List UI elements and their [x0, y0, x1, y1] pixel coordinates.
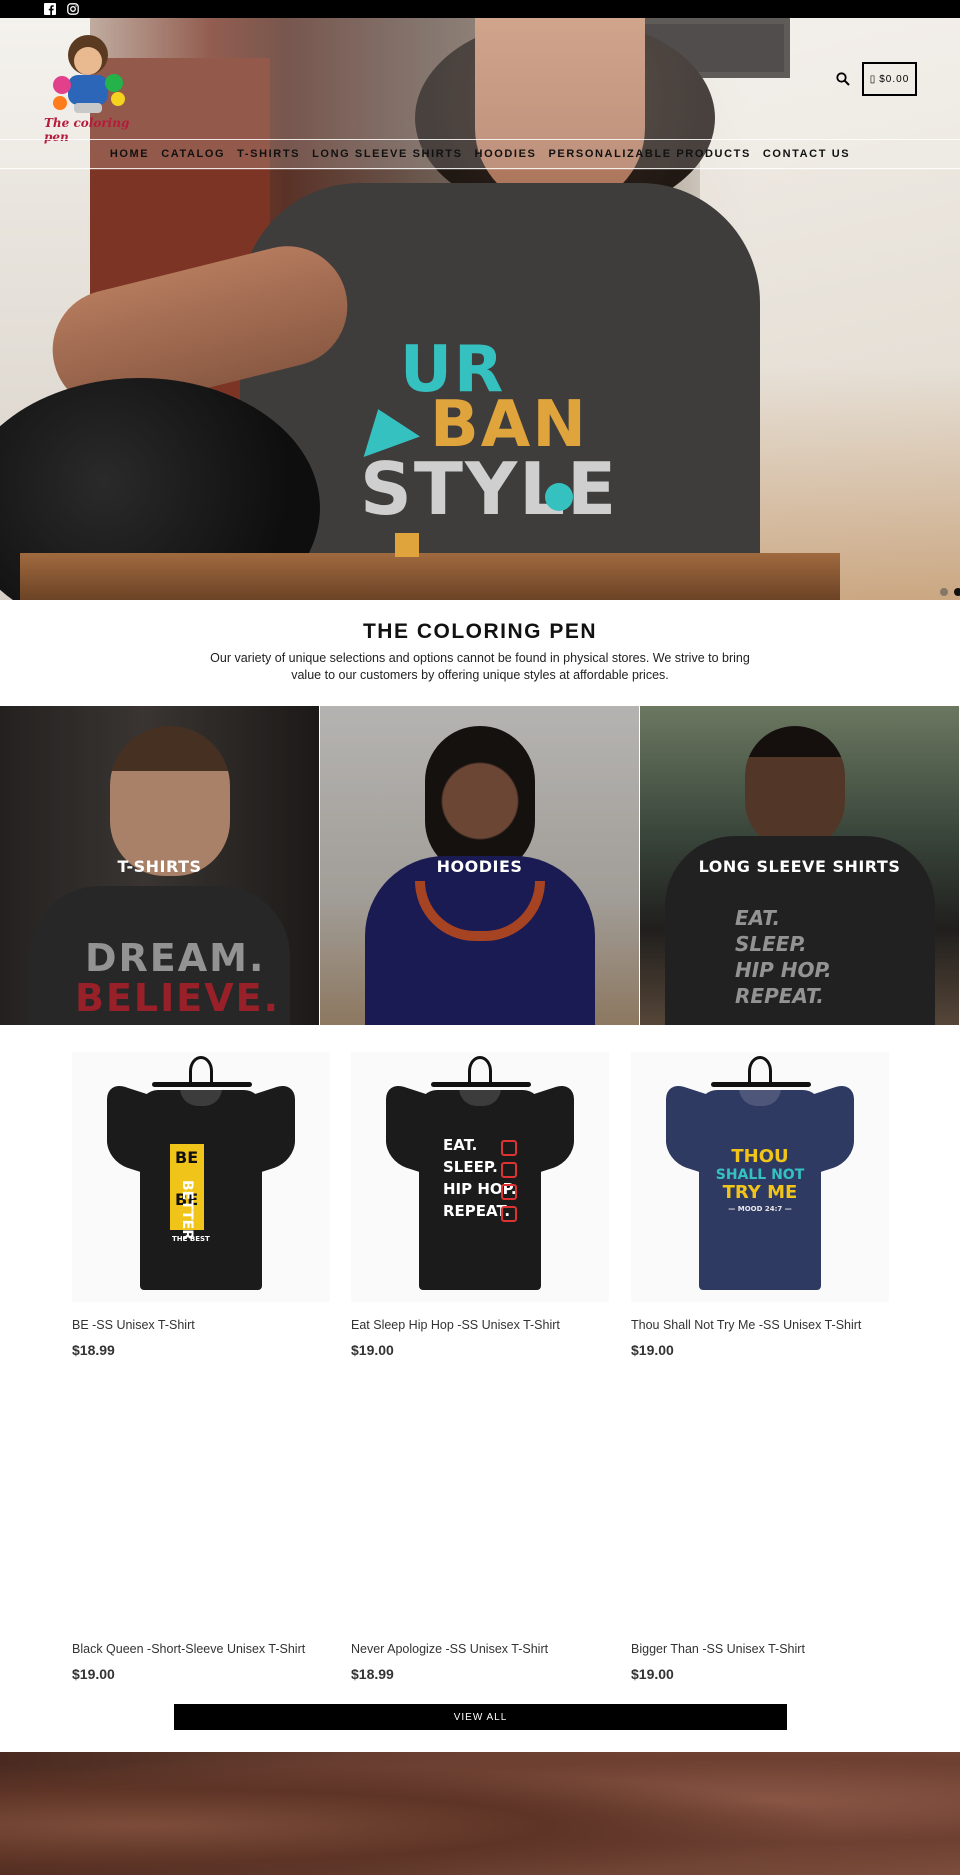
- top-bar: [0, 0, 960, 18]
- hanger-bar: [152, 1082, 252, 1087]
- repeat-icon: [501, 1206, 517, 1222]
- product-price: $19.00: [72, 1666, 115, 1682]
- product-price: $19.00: [351, 1342, 394, 1358]
- product-price: $19.00: [631, 1666, 674, 1682]
- hanger-bar: [711, 1082, 811, 1087]
- nav-item-contact-us[interactable]: CONTACT US: [757, 148, 856, 160]
- intro-title: THE COLORING PEN: [362, 620, 597, 643]
- print-dot: [545, 483, 573, 511]
- collection-t-shirts[interactable]: DREAM. BELIEVE. T-SHIRTS: [0, 706, 319, 1025]
- product-title[interactable]: BE -SS Unisex T-Shirt: [72, 1318, 352, 1332]
- collection-label: LONG SLEEVE SHIRTS: [698, 857, 901, 876]
- search-icon[interactable]: [835, 71, 851, 87]
- cart-icon: ▯: [869, 73, 877, 85]
- intro-text: Our variety of unique selections and opt…: [210, 651, 750, 682]
- hanger-bar: [431, 1082, 531, 1087]
- product-title[interactable]: Black Queen -Short-Sleeve Unisex T-Shirt: [72, 1642, 352, 1656]
- collection-hoodies[interactable]: HOODIES: [320, 706, 639, 1025]
- collection-long-sleeve-shirts[interactable]: EAT. SLEEP. HIP HOP. REPEAT. LONG SLEEVE…: [640, 706, 959, 1025]
- product-image[interactable]: BE BE BETTER THE BEST: [72, 1052, 330, 1302]
- product-image[interactable]: [72, 1376, 330, 1626]
- print-square: [395, 533, 419, 557]
- main-nav: HOME CATALOG T-SHIRTS LONG SLEEVE SHIRTS…: [0, 140, 960, 168]
- product-price: $18.99: [72, 1342, 115, 1358]
- product-price: $18.99: [351, 1666, 394, 1682]
- bottom-banner-image: [0, 1752, 960, 1875]
- collection-label: T-SHIRTS: [117, 857, 202, 876]
- collection-label: HOODIES: [436, 857, 523, 876]
- view-all-button[interactable]: VIEW ALL: [174, 1704, 787, 1730]
- hero-shirt-print: UR BAN STYLE: [349, 338, 616, 568]
- nav-item-hoodies[interactable]: HOODIES: [469, 148, 543, 160]
- print-text: BETTER: [179, 1180, 195, 1240]
- nav-item-t-shirts[interactable]: T-SHIRTS: [231, 148, 306, 160]
- product-title[interactable]: Thou Shall Not Try Me -SS Unisex T-Shirt: [631, 1318, 911, 1332]
- dancer-icon: [501, 1184, 517, 1200]
- slide-dot[interactable]: [940, 588, 948, 596]
- print-text: THE BEST: [172, 1235, 210, 1243]
- nav-item-personalizable-products[interactable]: PERSONALIZABLE PRODUCTS: [542, 148, 756, 160]
- product-title[interactable]: Never Apologize -SS Unisex T-Shirt: [351, 1642, 631, 1656]
- print-text: BE: [175, 1148, 199, 1167]
- print-text: SHALL NOT: [715, 1167, 805, 1183]
- cart-button[interactable]: ▯ $0.00: [862, 62, 917, 96]
- print-text: THOU: [731, 1146, 789, 1167]
- print-text: — MOOD 24:7 —: [728, 1205, 792, 1213]
- nav-item-long-sleeve-shirts[interactable]: LONG SLEEVE SHIRTS: [306, 148, 468, 160]
- print-text: SLEEP.: [443, 1158, 498, 1176]
- product-title[interactable]: Bigger Than -SS Unisex T-Shirt: [631, 1642, 911, 1656]
- print-text: TRY ME: [722, 1182, 798, 1203]
- product-price: $19.00: [631, 1342, 674, 1358]
- fork-knife-icon: [501, 1140, 517, 1156]
- instagram-icon[interactable]: [67, 3, 79, 15]
- product-image[interactable]: EAT. SLEEP. HIP HOP. REPEAT.: [351, 1052, 609, 1302]
- slide-indicators: [940, 588, 960, 596]
- bed-icon: [501, 1162, 517, 1178]
- nav-item-home[interactable]: HOME: [104, 148, 155, 160]
- product-image[interactable]: THOU SHALL NOT TRY ME — MOOD 24:7 —: [631, 1052, 889, 1302]
- nav-item-catalog[interactable]: CATALOG: [155, 148, 231, 160]
- print-text: EAT.: [443, 1136, 478, 1154]
- slide-dot-active[interactable]: [954, 588, 960, 596]
- cart-total: $0.00: [879, 73, 910, 85]
- product-image[interactable]: [631, 1376, 889, 1626]
- hero-slideshow: UR BAN STYLE: [0, 18, 960, 600]
- nav-divider: [0, 168, 960, 169]
- product-image[interactable]: [351, 1376, 609, 1626]
- facebook-icon[interactable]: [44, 3, 56, 15]
- product-title[interactable]: Eat Sleep Hip Hop -SS Unisex T-Shirt: [351, 1318, 631, 1332]
- print-line: STYLE: [360, 447, 619, 531]
